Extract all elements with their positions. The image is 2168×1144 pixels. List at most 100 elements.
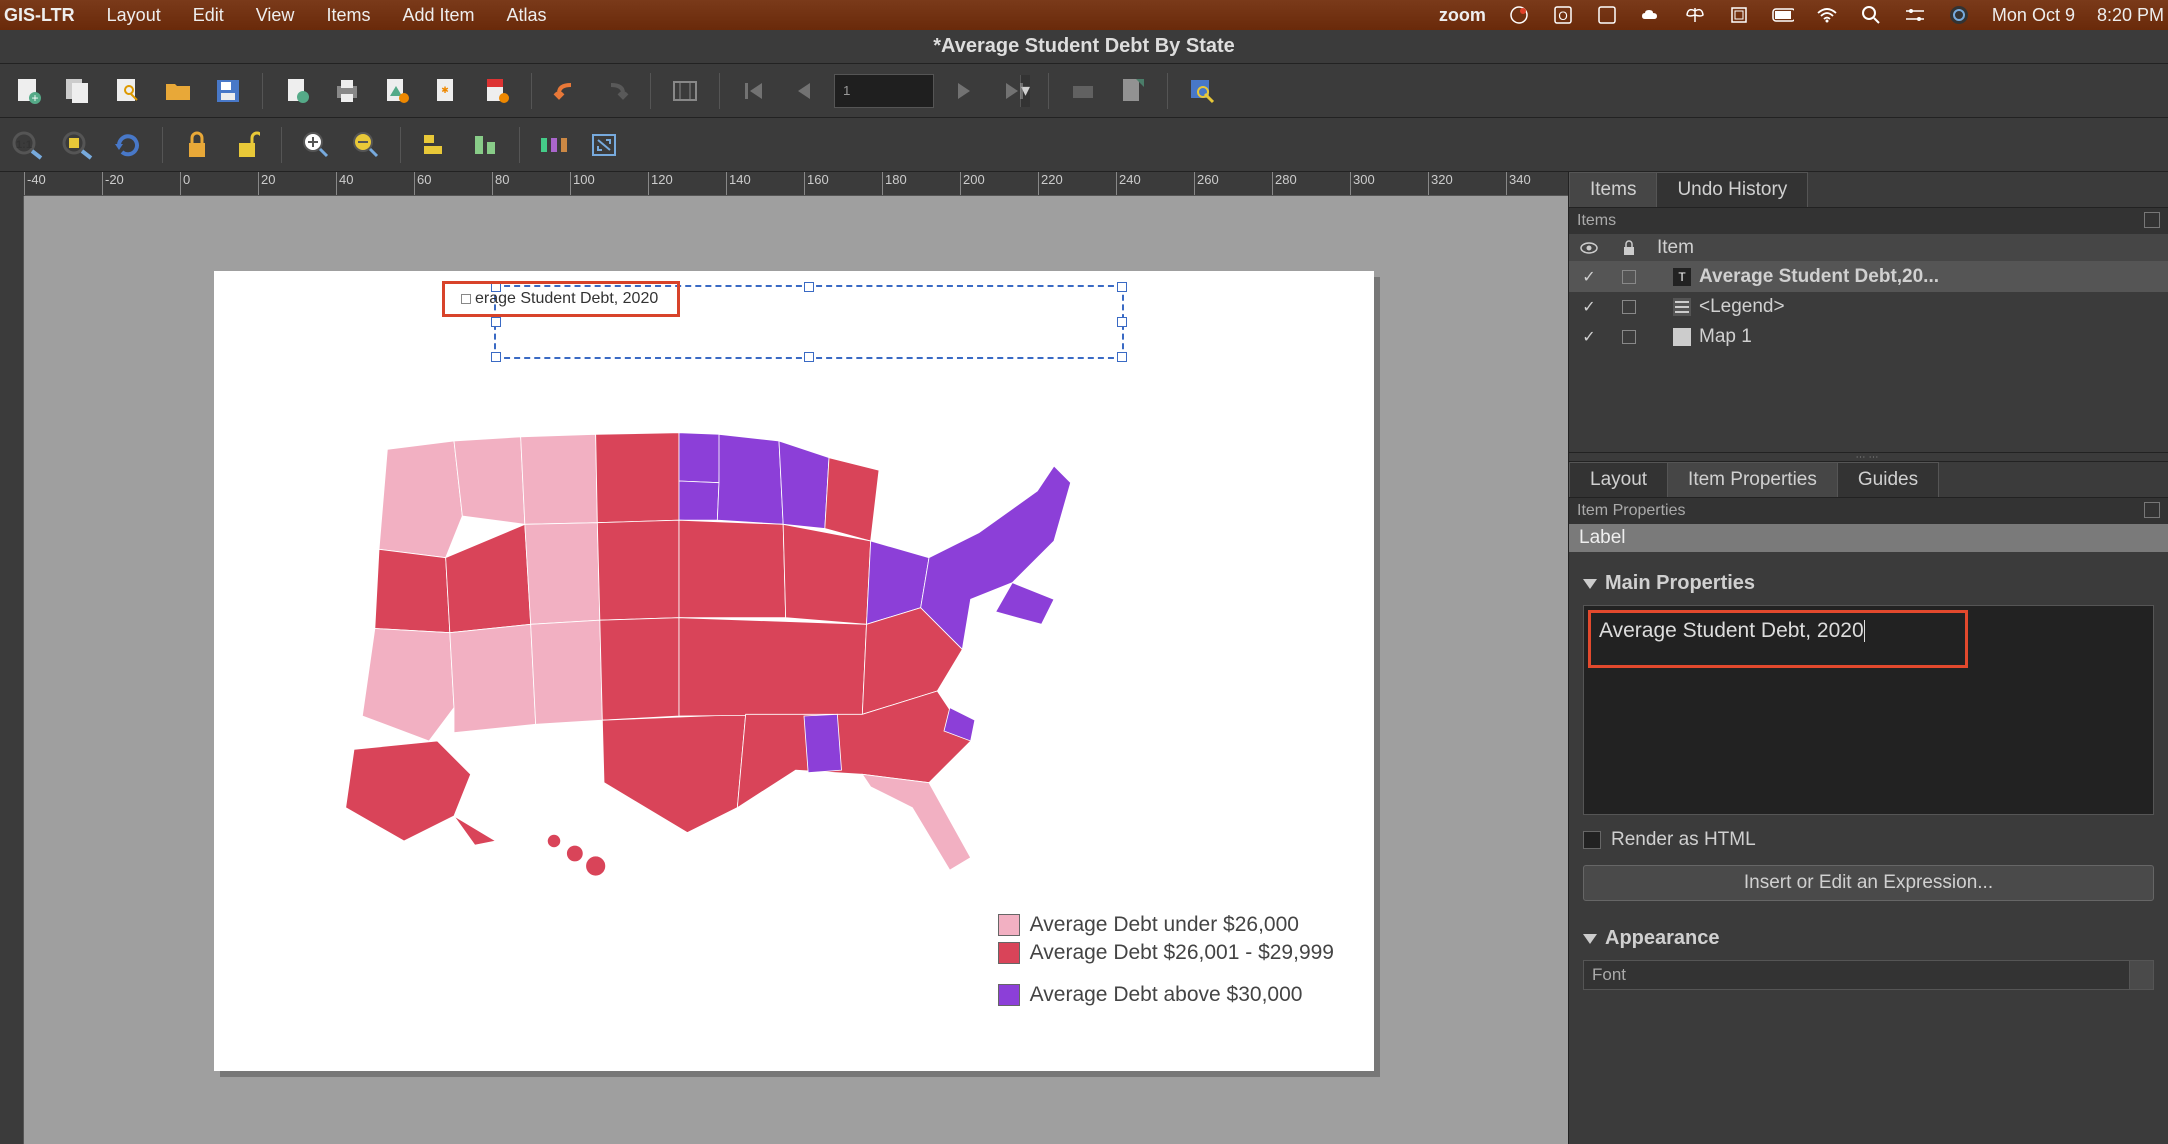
save-icon[interactable] <box>208 71 248 111</box>
item-row-legend[interactable]: ✓ <Legend> <box>1569 292 2168 322</box>
props-panel-header: Item Properties <box>1569 498 2168 524</box>
horizontal-ruler[interactable]: -40-200204060801001201401601802002202402… <box>24 172 1568 196</box>
atlas-settings-icon[interactable] <box>1182 71 1222 111</box>
atlas-export-icon[interactable] <box>1113 71 1153 111</box>
last-page-icon[interactable] <box>994 71 1034 111</box>
menu-edit[interactable]: Edit <box>193 5 224 26</box>
ruler-tick: 220 <box>1038 172 1063 195</box>
items-panel-header: Items <box>1569 208 2168 234</box>
duplicate-layout-icon[interactable] <box>58 71 98 111</box>
siri-icon[interactable] <box>1948 4 1970 26</box>
item-row-map[interactable]: ✓ Map 1 <box>1569 322 2168 352</box>
manage-layouts-icon[interactable] <box>108 71 148 111</box>
first-page-icon[interactable] <box>734 71 774 111</box>
font-combo[interactable]: Font <box>1583 960 2130 990</box>
menu-items[interactable]: Items <box>326 5 370 26</box>
prev-page-icon[interactable] <box>784 71 824 111</box>
menubar-date[interactable]: Mon Oct 9 <box>1992 5 2075 26</box>
item-row-title[interactable]: ✓ TAverage Student Debt,20... <box>1569 262 2168 292</box>
battery-icon[interactable] <box>1772 4 1794 26</box>
menu-additem[interactable]: Add Item <box>402 5 474 26</box>
distribute-icon[interactable] <box>534 125 574 165</box>
canvas[interactable]: erage Student Debt, 2020 <box>24 196 1568 1144</box>
label-text-input[interactable]: Average Student Debt, 2020 <box>1583 605 2154 815</box>
unlock-icon[interactable] <box>227 125 267 165</box>
app-icon-3[interactable] <box>1728 4 1750 26</box>
ruler-tick: 280 <box>1272 172 1297 195</box>
print-icon[interactable] <box>327 71 367 111</box>
lock-checkbox[interactable] <box>1622 300 1636 314</box>
disclosure-triangle-icon[interactable] <box>1583 579 1597 589</box>
tab-undo-history[interactable]: Undo History <box>1656 172 1808 207</box>
check-icon[interactable]: ✓ <box>1582 297 1595 317</box>
font-combo-button[interactable] <box>2130 960 2154 990</box>
title-text: erage Student Debt, 2020 <box>475 290 658 308</box>
open-folder-icon[interactable] <box>158 71 198 111</box>
undo-icon[interactable] <box>546 71 586 111</box>
resize-icon[interactable] <box>584 125 624 165</box>
menu-layout[interactable]: Layout <box>107 5 161 26</box>
popout-icon[interactable] <box>2144 502 2160 518</box>
align-bottom-icon[interactable] <box>465 125 505 165</box>
atlas-print-icon[interactable] <box>1063 71 1103 111</box>
tab-layout-props[interactable]: Layout <box>1569 462 1668 497</box>
panel-resize-handle[interactable]: ⋯⋯ <box>1569 452 2168 462</box>
zoom-actual-icon[interactable]: 1:1 <box>8 125 48 165</box>
lock-checkbox[interactable] <box>1622 270 1636 284</box>
record-icon[interactable] <box>1508 4 1530 26</box>
insert-expression-button[interactable]: Insert or Edit an Expression... <box>1583 865 2154 901</box>
vertical-ruler[interactable] <box>0 196 24 1144</box>
app-icon-1[interactable]: O <box>1552 4 1574 26</box>
menu-view[interactable]: View <box>256 5 295 26</box>
new-layout-icon[interactable]: + <box>8 71 48 111</box>
main-properties-group[interactable]: Main Properties <box>1583 572 2154 595</box>
refresh-icon[interactable] <box>108 125 148 165</box>
control-center-icon[interactable] <box>1904 4 1926 26</box>
zoom-in-icon[interactable] <box>296 125 336 165</box>
render-html-checkbox[interactable] <box>1583 831 1601 849</box>
disclosure-triangle-icon[interactable] <box>1583 934 1597 944</box>
svg-text:1:1: 1:1 <box>16 139 32 151</box>
export-svg-icon[interactable]: ✱ <box>427 71 467 111</box>
cloud-icon[interactable] <box>1640 4 1662 26</box>
state-co-ne <box>597 520 679 620</box>
page-selector[interactable]: ▾ <box>834 74 934 108</box>
render-html-row[interactable]: Render as HTML <box>1583 829 2154 851</box>
export-pdf-icon[interactable] <box>477 71 517 111</box>
zoom-full-icon[interactable] <box>665 71 705 111</box>
zoom-label[interactable]: zoom <box>1439 5 1486 26</box>
zoom-out-icon[interactable] <box>346 125 386 165</box>
check-icon[interactable]: ✓ <box>1582 327 1595 347</box>
ruler-tick: -20 <box>102 172 124 195</box>
ruler-tick: 100 <box>570 172 595 195</box>
tab-item-properties[interactable]: Item Properties <box>1667 462 1838 497</box>
next-page-icon[interactable] <box>944 71 984 111</box>
state-al <box>804 714 842 772</box>
butterfly-icon[interactable] <box>1684 4 1706 26</box>
search-icon[interactable] <box>1860 4 1882 26</box>
tab-items[interactable]: Items <box>1569 172 1657 207</box>
render-html-label: Render as HTML <box>1611 829 1756 851</box>
app-name[interactable]: GIS-LTR <box>4 5 75 26</box>
lock-checkbox[interactable] <box>1622 330 1636 344</box>
wifi-icon[interactable] <box>1816 4 1838 26</box>
popout-icon[interactable] <box>2144 212 2160 228</box>
tab-guides[interactable]: Guides <box>1837 462 1939 497</box>
menubar-time[interactable]: 8:20 PM <box>2097 5 2164 26</box>
zoom-fit-icon[interactable] <box>58 125 98 165</box>
app-icon-2[interactable] <box>1596 4 1618 26</box>
new-page-icon[interactable] <box>277 71 317 111</box>
state-hi-3 <box>586 856 606 876</box>
align-left-icon[interactable] <box>415 125 455 165</box>
redo-icon[interactable] <box>596 71 636 111</box>
export-image-icon[interactable] <box>377 71 417 111</box>
state-wa-or <box>379 441 462 558</box>
lock-icon[interactable] <box>177 125 217 165</box>
item-label: Map 1 <box>1699 326 1752 348</box>
check-icon[interactable]: ✓ <box>1582 267 1595 287</box>
menu-atlas[interactable]: Atlas <box>507 5 547 26</box>
appearance-group[interactable]: Appearance <box>1583 927 2154 950</box>
layout-page[interactable]: erage Student Debt, 2020 <box>214 271 1374 1071</box>
page-number-input[interactable] <box>835 75 1020 107</box>
state-ak-tail <box>454 816 496 845</box>
